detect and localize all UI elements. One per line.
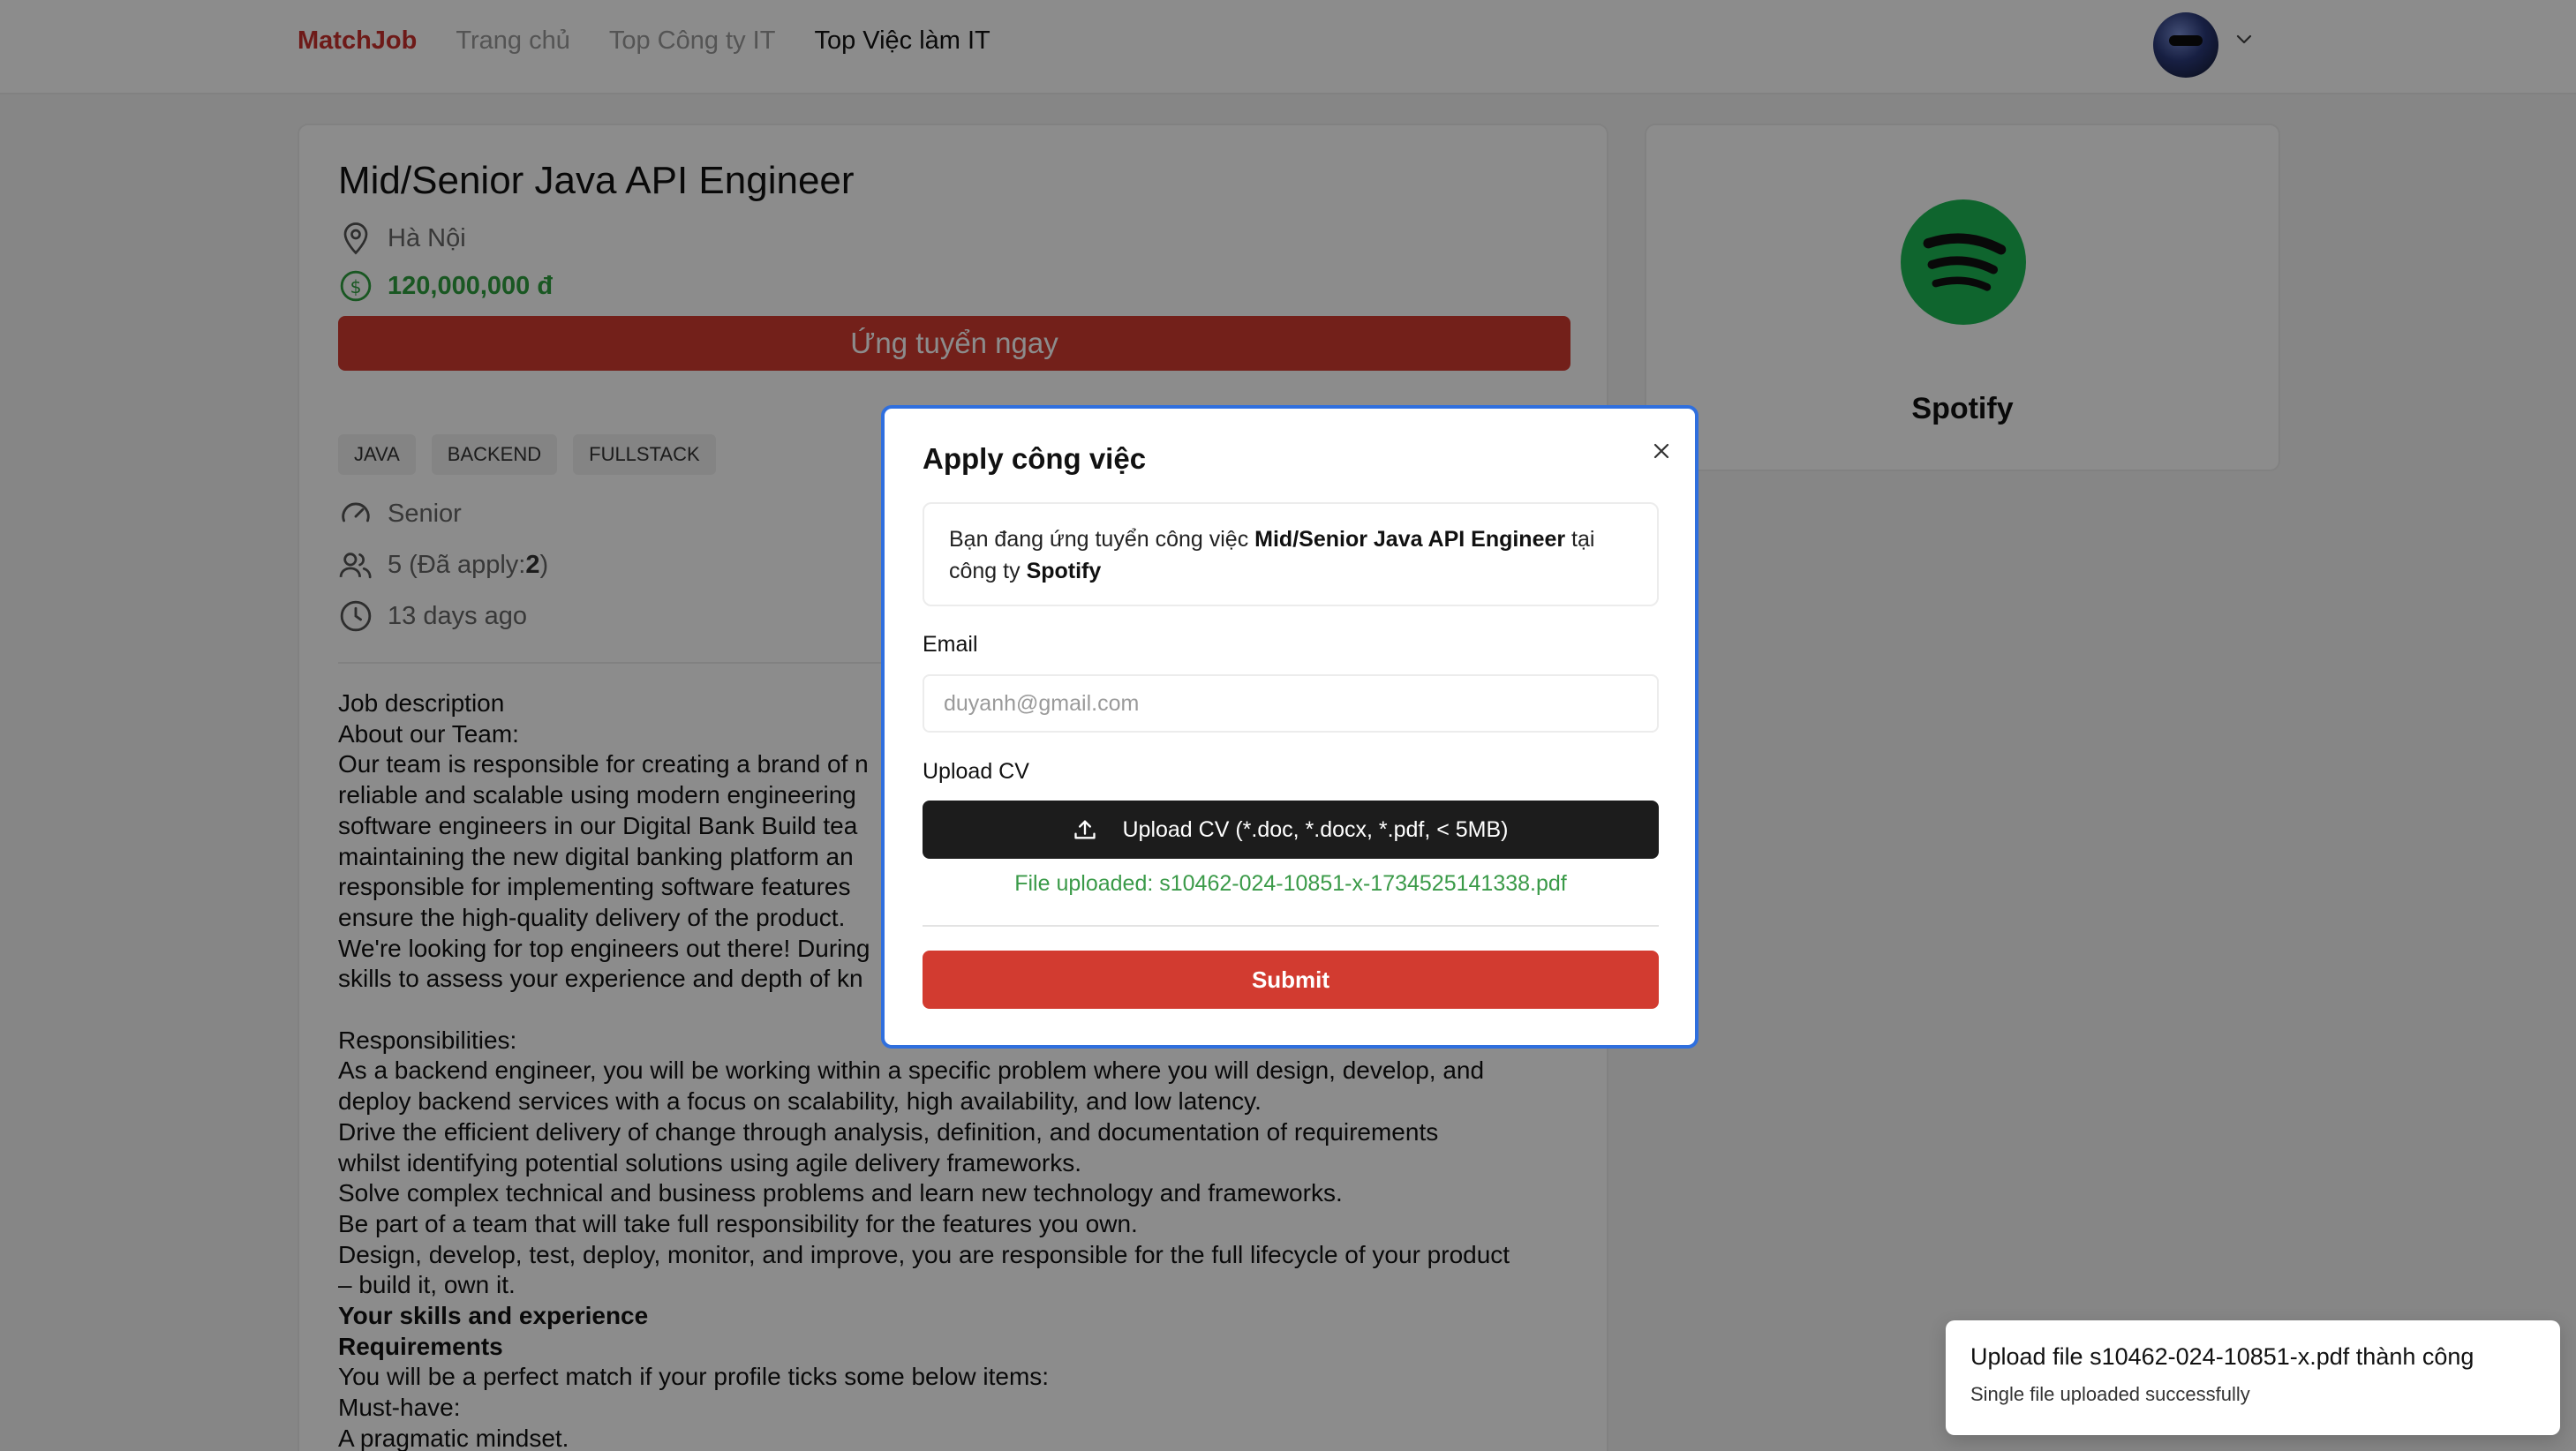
apply-modal: Apply công việc Bạn đang ứng tuyển công …	[881, 405, 1699, 1049]
modal-title: Apply công việc	[923, 442, 1147, 475]
info-prefix: Bạn đang ứng tuyển công việc	[949, 527, 1255, 552]
close-icon[interactable]	[1646, 435, 1677, 467]
apply-info-box: Bạn đang ứng tuyển công việc Mid/Senior …	[923, 502, 1659, 606]
info-company: Spotify	[1026, 559, 1102, 583]
toast-title: Upload file s10462-024-10851-x.pdf thành…	[1970, 1343, 2474, 1370]
upload-icon	[1073, 817, 1097, 842]
upload-cv-button[interactable]: Upload CV (*.doc, *.docx, *.pdf, < 5MB)	[923, 801, 1659, 859]
toast-message: Single file uploaded successfully	[1970, 1383, 2250, 1405]
info-job-title: Mid/Senior Java API Engineer	[1254, 527, 1566, 552]
upload-cv-button-label: Upload CV (*.doc, *.docx, *.pdf, < 5MB)	[1122, 816, 1509, 842]
modal-divider	[923, 925, 1659, 927]
upload-status-text: File uploaded: s10462-024-10851-x-173452…	[1014, 871, 1567, 896]
email-label: Email	[923, 632, 978, 657]
success-toast[interactable]: Upload file s10462-024-10851-x.pdf thành…	[1946, 1320, 2560, 1435]
upload-cv-label: Upload CV	[923, 759, 1029, 784]
submit-button[interactable]: Submit	[923, 951, 1659, 1009]
email-field[interactable]	[923, 674, 1659, 733]
